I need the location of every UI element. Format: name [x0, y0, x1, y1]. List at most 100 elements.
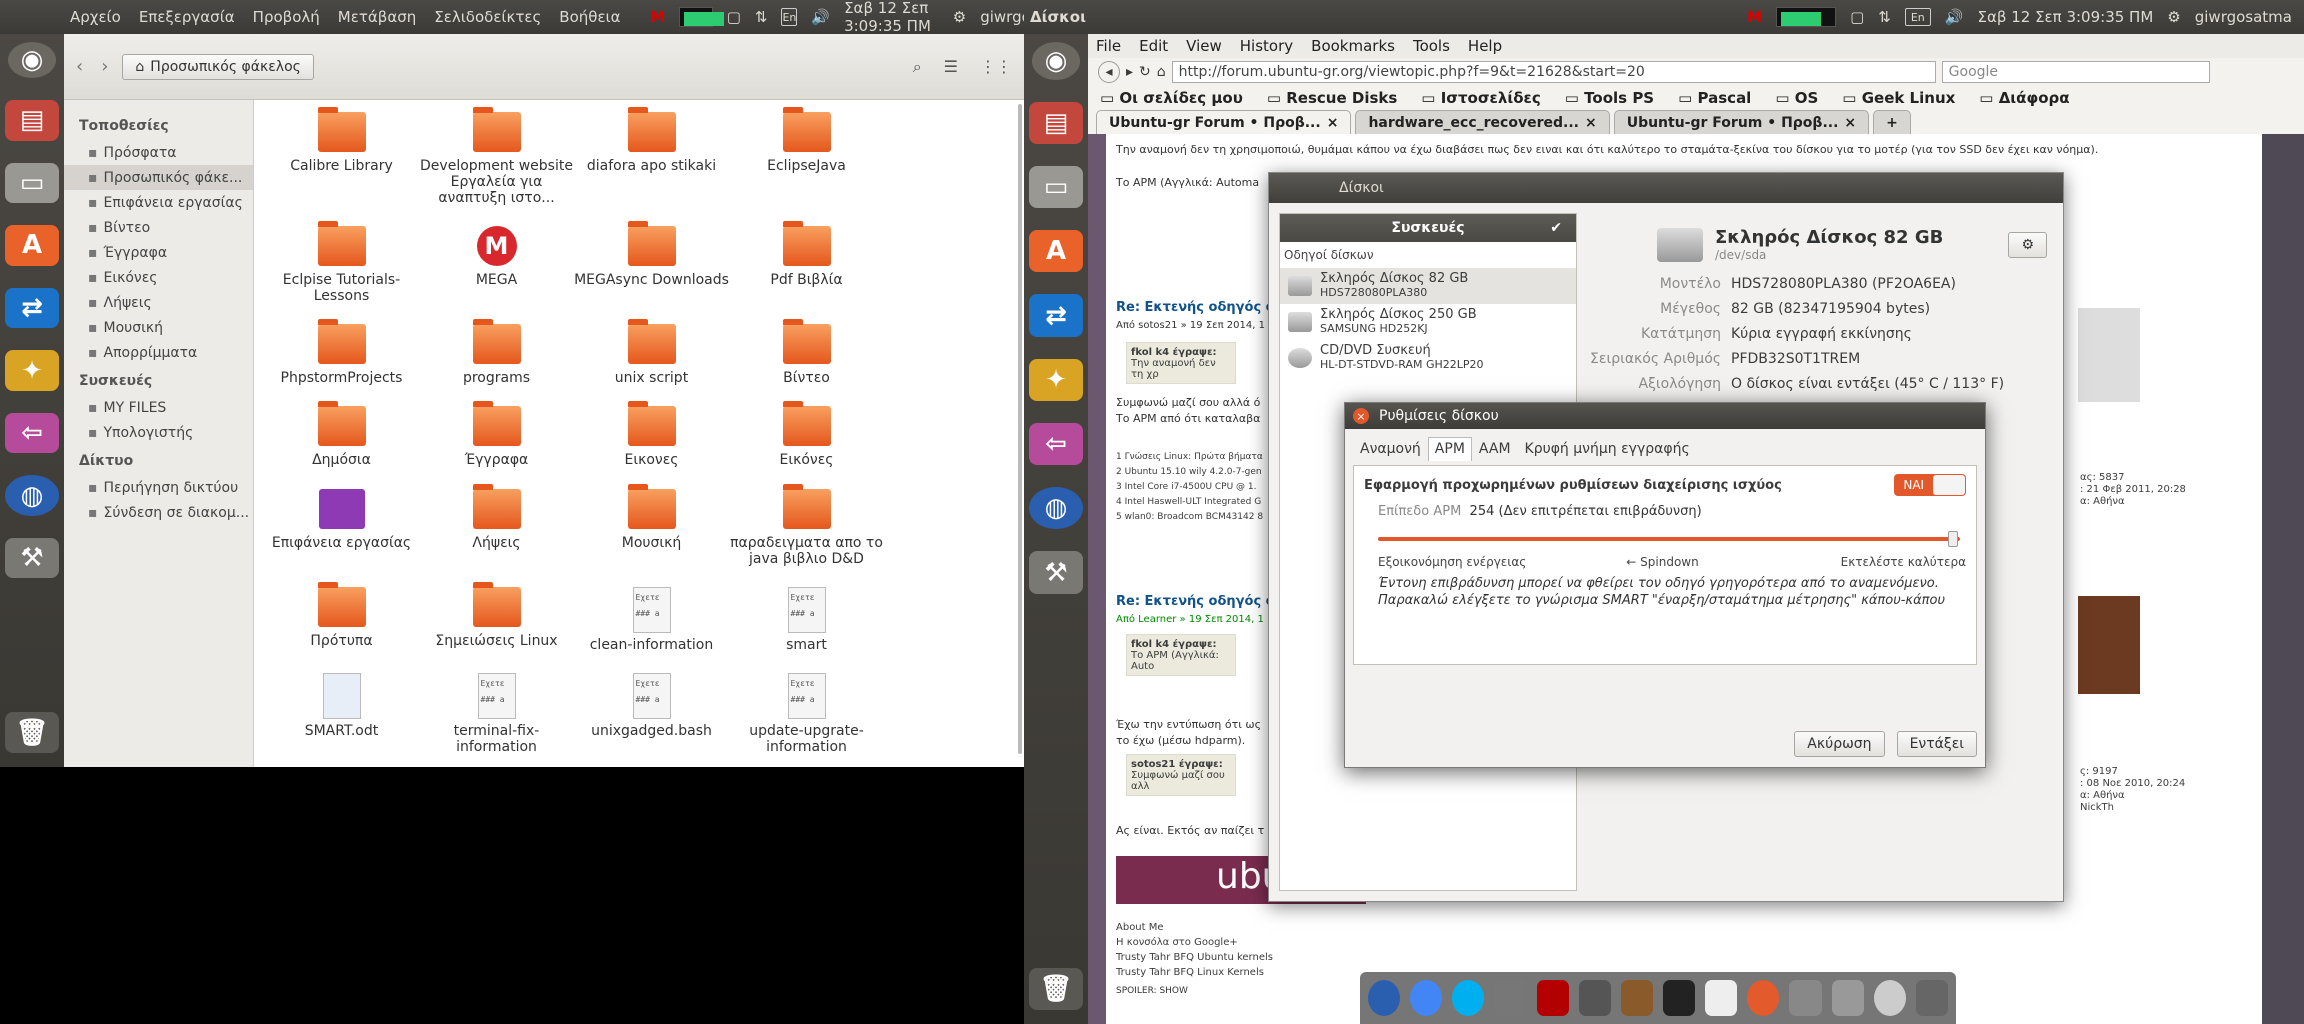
file-item[interactable]: Πρότυπα	[264, 581, 419, 665]
browser-globe-icon[interactable]: ◍	[5, 475, 59, 516]
text-line[interactable]: About Me	[1116, 920, 1273, 935]
file-item[interactable]: diafora apo stikaki	[574, 107, 729, 218]
clock[interactable]: Σαβ 12 Σεπ 3:09:35 ΠΜ	[844, 0, 939, 35]
files-icon[interactable]: ▤	[1029, 101, 1083, 144]
cm-icon[interactable]	[1662, 980, 1696, 1016]
file-item[interactable]: Μουσική	[574, 483, 729, 579]
settings-gear-icon[interactable]: ⚙	[953, 8, 966, 26]
file-item[interactable]: EclipseJava	[729, 107, 884, 218]
back-icon[interactable]: ‹	[76, 56, 83, 77]
system-tools-icon[interactable]: ⚒	[1029, 551, 1083, 594]
sidebar-item[interactable]: ▪ Πρόσφατα	[64, 140, 253, 165]
sidebar-item[interactable]: ▪ Εικόνες	[64, 265, 253, 290]
mega-tray-icon[interactable]: M	[1747, 8, 1762, 26]
menu-view[interactable]: Προβολή	[253, 8, 320, 26]
sidebar-item[interactable]: ▪ Μουσική	[64, 315, 253, 340]
sidebar-item[interactable]: ▪ Σύνδεση σε διακομ...	[64, 500, 253, 525]
network-icon[interactable]: ⇅	[1878, 8, 1891, 26]
monitor-icon[interactable]	[1915, 980, 1948, 1016]
menu-tools[interactable]: Tools	[1413, 37, 1450, 55]
text-line[interactable]: Η κονσόλα στο Google+	[1116, 935, 1273, 950]
menu-edit[interactable]: Edit	[1139, 37, 1168, 55]
sidebar-item[interactable]: ▪ Περιήγηση δικτύου	[64, 475, 253, 500]
file-item[interactable]: Λήψεις	[419, 483, 574, 579]
back-arrow-app-icon[interactable]: ⇦	[1029, 422, 1083, 466]
dash-home-icon[interactable]: ◉	[8, 42, 56, 79]
keyboard-indicator[interactable]: En	[781, 8, 798, 26]
disk-icon[interactable]	[1873, 980, 1906, 1016]
close-icon[interactable]: ×	[1353, 408, 1369, 424]
file-item[interactable]: Εχετε ### a smart	[729, 586, 884, 665]
bookmark-folder[interactable]: ▭ Pascal	[1678, 89, 1751, 107]
drive-item[interactable]: CD/DVD Συσκευή HL-DT-STDVD-RAM GH22LP20	[1280, 340, 1576, 376]
tab-write-cache[interactable]: Κρυφή μνήμη εγγραφής	[1518, 437, 1697, 461]
system-load-graph[interactable]	[1776, 7, 1837, 27]
sidebar-item[interactable]: ▪ MY FILES	[64, 395, 253, 420]
file-item[interactable]: Δημόσια	[264, 401, 419, 480]
bookmark-folder[interactable]: ▭ Ιστοσελίδες	[1421, 89, 1540, 107]
file-item[interactable]: Σημειώσεις Linux	[419, 581, 574, 665]
file-item[interactable]: Εικονες	[574, 401, 729, 480]
skype-icon[interactable]	[1452, 980, 1485, 1016]
browser-globe-icon[interactable]: ◍	[1029, 487, 1083, 530]
bookmark-folder[interactable]: ▭ Rescue Disks	[1267, 89, 1397, 107]
scrollbar[interactable]	[1018, 104, 1022, 754]
sidebar-item[interactable]: ▪ Προσωπικός φάκε...	[64, 165, 253, 190]
tools-icon[interactable]	[1831, 980, 1864, 1016]
search-icon[interactable]: ⌕	[913, 57, 922, 77]
teamviewer-icon[interactable]: ⇄	[5, 287, 59, 329]
menu-view[interactable]: View	[1186, 37, 1222, 55]
mega-tray-icon[interactable]: M	[651, 8, 666, 26]
file-item[interactable]: Εχετε ### a update-upgrate-information	[729, 672, 884, 767]
url-bar[interactable]: http://forum.ubuntu-gr.org/viewtopic.php…	[1171, 61, 1936, 83]
forward-icon[interactable]: ▸	[1126, 64, 1133, 80]
browser-globe-icon[interactable]	[1368, 980, 1401, 1016]
menu-file[interactable]: Αρχείο	[70, 8, 121, 26]
clock[interactable]: Σαβ 12 Σεπ 3:09:35 ΠΜ	[1978, 8, 2154, 26]
menu-edit[interactable]: Επεξεργασία	[139, 8, 235, 26]
path-button[interactable]: ⌂ Προσωπικός φάκελος	[122, 53, 314, 80]
ok-button[interactable]: Εντάξει	[1896, 731, 1977, 757]
software-center-icon[interactable]: A	[5, 225, 59, 266]
network-icon[interactable]: ⇅	[755, 8, 768, 26]
file-item[interactable]: Development website Εργαλεία για αναπτυξ…	[419, 107, 574, 218]
sidebar-item[interactable]: ▪ Βίντεο	[64, 215, 253, 240]
user-name[interactable]: giwrgosatma	[2195, 8, 2292, 26]
file-item[interactable]: Pdf Βιβλία	[729, 221, 884, 316]
trash-icon[interactable]: 🗑	[1029, 967, 1083, 1010]
check-icon[interactable]: ✔	[1550, 220, 1562, 236]
file-item[interactable]: παραδειγματα απο το java βιβλιο D&D	[729, 483, 884, 579]
bookmark-folder[interactable]: ▭ Οι σελίδες μου	[1100, 89, 1243, 107]
file-item[interactable]: Εικόνες	[729, 401, 884, 480]
file-item[interactable]: Εχετε ### a terminal-fix-information	[419, 672, 574, 767]
menu-help[interactable]: Βοήθεια	[559, 8, 620, 26]
sidebar-item[interactable]: ▪ Απορρίμματα	[64, 340, 253, 365]
file-item[interactable]: MEGAsync Downloads	[574, 221, 729, 316]
bookmark-folder[interactable]: ▭ Tools PS	[1565, 89, 1654, 107]
file-item[interactable]: Eclpise Tutorials-Lessons	[264, 221, 419, 316]
settings-gear-icon[interactable]: ⚙	[2167, 8, 2180, 26]
document-icon[interactable]	[1705, 980, 1738, 1016]
dash-home-icon[interactable]: ◉	[1032, 42, 1080, 80]
home-icon[interactable]: ⌂	[1157, 64, 1166, 80]
forward-icon[interactable]: ›	[101, 56, 108, 77]
browser-tab[interactable]: Ubuntu-gr Forum • Προβ... ×	[1613, 110, 1870, 134]
dropbox-icon[interactable]: ▢	[1850, 8, 1864, 26]
chart-icon[interactable]	[1747, 980, 1780, 1016]
sidebar-item[interactable]: ▪ Έγγραφα	[64, 240, 253, 265]
volume-icon[interactable]: 🔊	[811, 8, 830, 26]
menu-help[interactable]: Help	[1468, 37, 1502, 55]
software-center-icon[interactable]: A	[1029, 230, 1083, 273]
scrollbar-area[interactable]	[2262, 134, 2304, 1024]
cleaner-broom-icon[interactable]: ✦	[1029, 358, 1083, 401]
drive-item[interactable]: Σκληρός Δίσκος 250 GB SAMSUNG HD252KJ	[1280, 304, 1576, 340]
file-item[interactable]: Calibre Library	[264, 107, 419, 218]
cancel-button[interactable]: Ακύρωση	[1794, 731, 1885, 757]
browser-tab[interactable]: Ubuntu-gr Forum • Προβ... ×	[1096, 110, 1352, 134]
drive-settings-gear-icon[interactable]: ⚙	[2008, 231, 2047, 258]
menu-file[interactable]: File	[1096, 37, 1121, 55]
file-item[interactable]: PhpstormProjects	[264, 319, 419, 398]
filezilla-icon[interactable]	[1536, 980, 1569, 1016]
reload-icon[interactable]: ↻	[1139, 64, 1151, 80]
sidebar-item[interactable]: ▪ Υπολογιστής	[64, 420, 253, 445]
